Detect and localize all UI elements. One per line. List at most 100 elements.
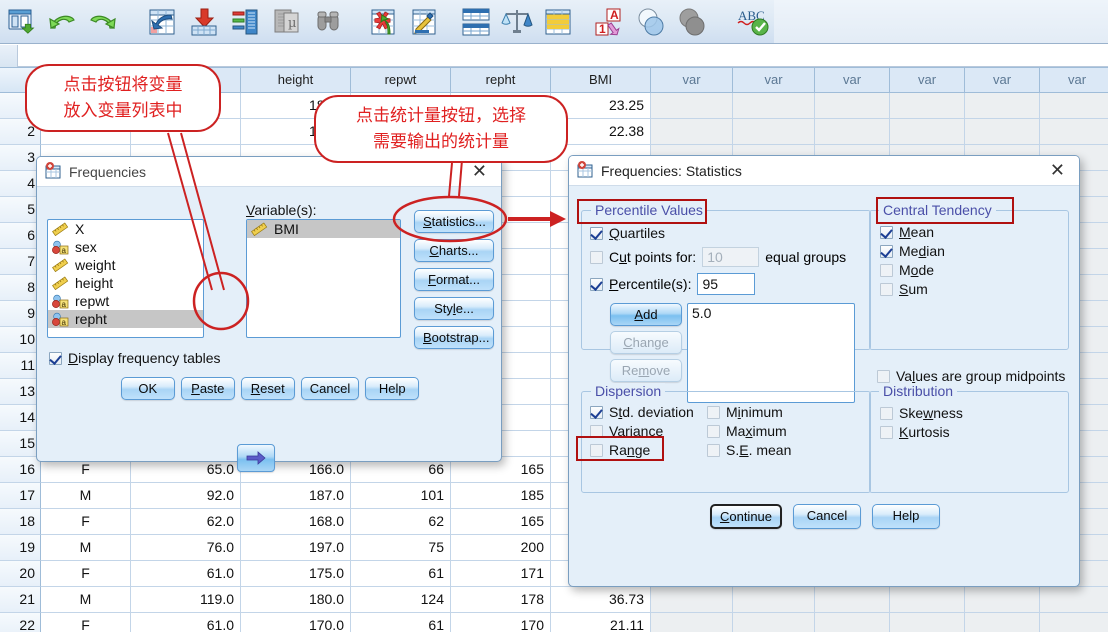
column-header-var2[interactable]: var	[733, 68, 815, 92]
source-variable-height[interactable]: height	[48, 274, 203, 292]
insert-variable-icon[interactable]	[405, 2, 444, 42]
cell-var3[interactable]	[815, 93, 890, 119]
goto-case-icon[interactable]	[143, 2, 182, 42]
cell-BMI[interactable]: 36.73	[551, 587, 651, 613]
cell-repht[interactable]: 171	[451, 561, 551, 587]
ok-button[interactable]: OK	[120, 377, 175, 400]
median-checkbox[interactable]: Median	[880, 243, 945, 259]
row-header[interactable]: 14	[0, 405, 41, 431]
help-button[interactable]: Help	[365, 377, 420, 400]
cell-var3[interactable]	[815, 587, 890, 613]
find-icon[interactable]	[308, 2, 347, 42]
minimum-checkbox[interactable]: Minimum	[707, 404, 847, 420]
std-deviation-checkbox[interactable]: Std. deviation	[590, 404, 725, 420]
cell-repht[interactable]: 200	[451, 535, 551, 561]
value-labels-icon[interactable]: A 1	[590, 2, 629, 42]
cell-weight[interactable]: 76.0	[131, 535, 241, 561]
cell-var2[interactable]	[733, 119, 815, 145]
cell-var6[interactable]	[1040, 587, 1108, 613]
open-data-icon[interactable]	[1, 2, 40, 42]
cell-repht[interactable]: 178	[451, 587, 551, 613]
cell-weight[interactable]: 61.0	[131, 561, 241, 587]
cell-repwt[interactable]: 124	[351, 587, 451, 613]
source-variable-repwt[interactable]: a repwt	[48, 292, 203, 310]
style-button[interactable]: Style...	[414, 297, 494, 320]
select-cases-icon[interactable]	[539, 2, 578, 42]
values-are-group-midpoints-checkbox[interactable]: Values are group midpoints	[877, 368, 1065, 384]
cell-var5[interactable]	[965, 93, 1040, 119]
source-variable-weight[interactable]: weight	[48, 256, 203, 274]
move-right-arrow-button[interactable]	[237, 444, 275, 472]
column-header-repht[interactable]: repht	[451, 68, 551, 92]
cell-var6[interactable]	[1040, 119, 1108, 145]
cell-repwt[interactable]: 101	[351, 483, 451, 509]
row-header[interactable]: 9	[0, 301, 41, 327]
frequencies-dialog[interactable]: Frequencies ✕ Xa sex weight height a repwt a re…	[36, 156, 503, 472]
row-header[interactable]: 10	[0, 327, 41, 353]
cell-sex[interactable]: M	[41, 483, 131, 509]
mode-checkbox[interactable]: Mode	[880, 262, 945, 278]
percentile-action-buttons[interactable]: Add Change Remove	[610, 303, 682, 387]
charts-button[interactable]: Charts...	[414, 239, 494, 262]
column-header-BMI[interactable]: BMI	[551, 68, 651, 92]
cell-height[interactable]: 175.0	[241, 561, 351, 587]
print-icon[interactable]	[226, 2, 265, 42]
close-icon[interactable]: ✕	[1044, 160, 1071, 181]
cell-var4[interactable]	[890, 587, 965, 613]
row-header[interactable]: 21	[0, 587, 41, 613]
cell-var1[interactable]	[651, 613, 733, 632]
table-row[interactable]: 22 F 61.0 170.0 61 170 21.11	[0, 613, 1108, 632]
cell-var5[interactable]	[965, 613, 1040, 632]
cell-var4[interactable]	[890, 613, 965, 632]
recall-dialogs-icon[interactable]: µ	[267, 2, 306, 42]
cell-var5[interactable]	[965, 587, 1040, 613]
cell-sex[interactable]: F	[41, 613, 131, 632]
cell-var4[interactable]	[890, 93, 965, 119]
column-header-var6[interactable]: var	[1040, 68, 1108, 92]
column-header-repwt[interactable]: repwt	[351, 68, 451, 92]
quartiles-checkbox[interactable]: Quartiles	[590, 225, 665, 241]
spell-check-icon[interactable]: ABC	[734, 2, 773, 42]
percentiles-input[interactable]: 95	[697, 273, 756, 295]
statistics-button[interactable]: Statistics...	[414, 210, 494, 233]
cell-height[interactable]: 170.0	[241, 613, 351, 632]
cell-repht[interactable]: 170	[451, 613, 551, 632]
cell-weight[interactable]: 62.0	[131, 509, 241, 535]
cancel-button[interactable]: Cancel	[300, 377, 360, 400]
cell-var1[interactable]	[651, 587, 733, 613]
cut-points-row[interactable]: Cut points for: 10 equal groups	[590, 247, 846, 267]
column-header-var5[interactable]: var	[965, 68, 1040, 92]
source-variable-x[interactable]: X	[48, 220, 203, 238]
cell-sex[interactable]: F	[41, 561, 131, 587]
cell-var4[interactable]	[890, 119, 965, 145]
distribution-items[interactable]: Skewness Kurtosis	[880, 402, 963, 443]
cell-var5[interactable]	[965, 119, 1040, 145]
cell-weight[interactable]: 92.0	[131, 483, 241, 509]
cell-height[interactable]: 187.0	[241, 483, 351, 509]
reset-button[interactable]: Reset	[240, 377, 295, 400]
cell-var2[interactable]	[733, 93, 815, 119]
cell-var2[interactable]	[733, 587, 815, 613]
cell-var1[interactable]	[651, 119, 733, 145]
cell-repht[interactable]: 165	[451, 509, 551, 535]
cell-var6[interactable]	[1040, 613, 1108, 632]
mean-checkbox[interactable]: Mean	[880, 224, 945, 240]
frequencies-footer-buttons[interactable]: OK Paste Reset Cancel Help	[37, 377, 503, 400]
display-frequency-tables-checkbox[interactable]: Display frequency tables	[49, 350, 221, 366]
row-header[interactable]: 13	[0, 379, 41, 405]
add-button[interactable]: Add	[610, 303, 682, 326]
row-header[interactable]: 11	[0, 353, 41, 379]
frequencies-close-icon[interactable]: ✕	[466, 161, 493, 182]
bootstrap-button[interactable]: Bootstrap...	[414, 326, 494, 349]
column-header-var1[interactable]: var	[651, 68, 733, 92]
cell-var3[interactable]	[815, 613, 890, 632]
row-header[interactable]: 7	[0, 249, 41, 275]
maximum-checkbox[interactable]: Maximum	[707, 423, 847, 439]
cell-var6[interactable]	[1040, 93, 1108, 119]
row-header[interactable]: 20	[0, 561, 41, 587]
statistics-footer-buttons[interactable]: Continue Cancel Help	[569, 504, 1081, 529]
continue-button[interactable]: Continue	[709, 504, 783, 529]
row-header[interactable]: 18	[0, 509, 41, 535]
row-header[interactable]: 17	[0, 483, 41, 509]
frequencies-side-buttons[interactable]: Statistics... Charts... Format... Style... B…	[414, 210, 494, 355]
